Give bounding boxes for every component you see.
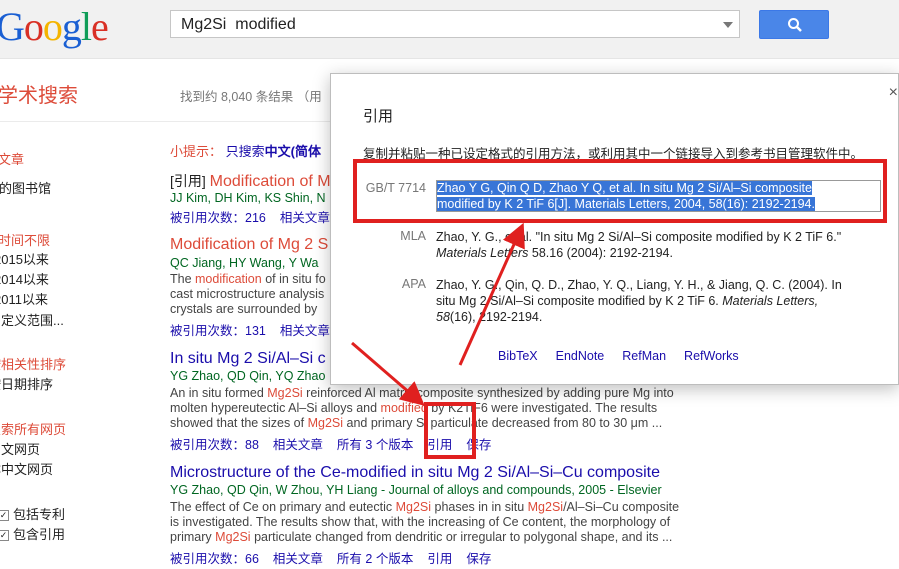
arrow-to-cite-link (351, 341, 425, 406)
arrow-to-citation (458, 222, 525, 366)
annotation-arrows (351, 222, 525, 406)
